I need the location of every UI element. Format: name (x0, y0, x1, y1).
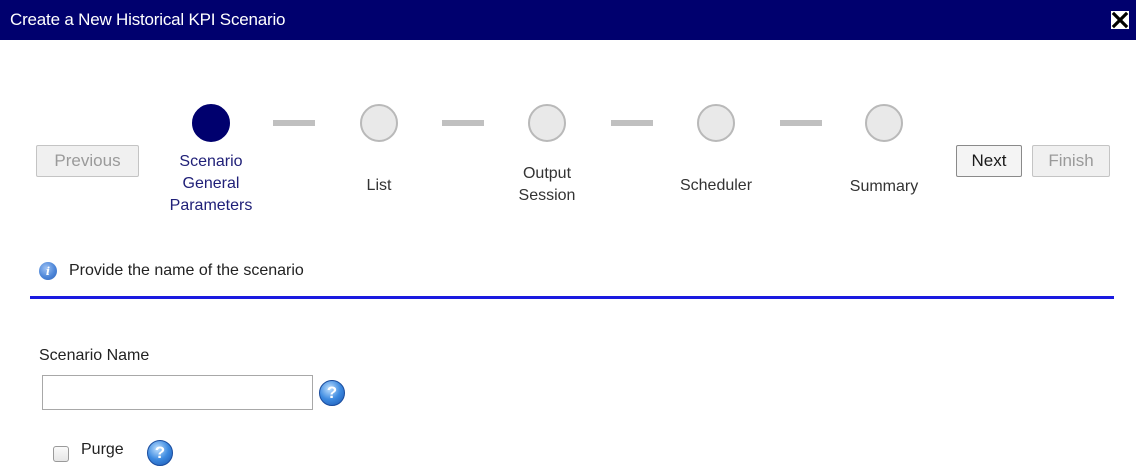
step-label-line: Summary (849, 178, 919, 195)
finish-button[interactable]: Finish (1032, 145, 1110, 177)
scenario-name-input[interactable] (42, 375, 313, 410)
scenario-name-help-icon[interactable]: ? (319, 380, 345, 406)
dialog-title: Create a New Historical KPI Scenario (10, 10, 286, 29)
step-connector (611, 120, 653, 126)
info-message: i Provide the name of the scenario (39, 261, 304, 281)
step-connector (780, 120, 822, 126)
step-indicator-list (360, 104, 398, 142)
step-label-list: List (319, 175, 439, 197)
step-label-output-session: Output Session (487, 163, 607, 207)
purge-checkbox[interactable] (53, 446, 69, 462)
info-text: Provide the name of the scenario (69, 262, 304, 279)
step-label-scenario-general-parameters: Scenario General Parameters (151, 151, 271, 217)
step-label-line: Output (522, 165, 572, 182)
step-indicator-output-session (528, 104, 566, 142)
close-icon (1111, 11, 1129, 29)
step-connector (442, 120, 484, 126)
section-divider (30, 296, 1114, 299)
step-indicator-summary (865, 104, 903, 142)
step-label-line: General (182, 175, 240, 192)
purge-label: Purge (81, 441, 124, 458)
next-button[interactable]: Next (956, 145, 1022, 177)
scenario-name-label: Scenario Name (39, 347, 150, 364)
step-connector (273, 120, 315, 126)
step-indicator-scenario-general-parameters (192, 104, 230, 142)
step-label-line: Session (518, 187, 576, 204)
step-label-summary: Summary (824, 176, 944, 198)
step-label-line: Parameters (169, 197, 253, 214)
purge-help-icon[interactable]: ? (147, 440, 173, 466)
step-indicator-scheduler (697, 104, 735, 142)
step-label-scheduler: Scheduler (656, 175, 776, 197)
info-icon: i (39, 262, 57, 280)
step-label-line: Scenario (179, 153, 243, 170)
dialog-titlebar: Create a New Historical KPI Scenario (0, 0, 1136, 40)
close-button[interactable] (1110, 10, 1130, 30)
previous-button[interactable]: Previous (36, 145, 139, 177)
step-label-line: List (366, 177, 392, 194)
step-label-line: Scheduler (679, 177, 753, 194)
